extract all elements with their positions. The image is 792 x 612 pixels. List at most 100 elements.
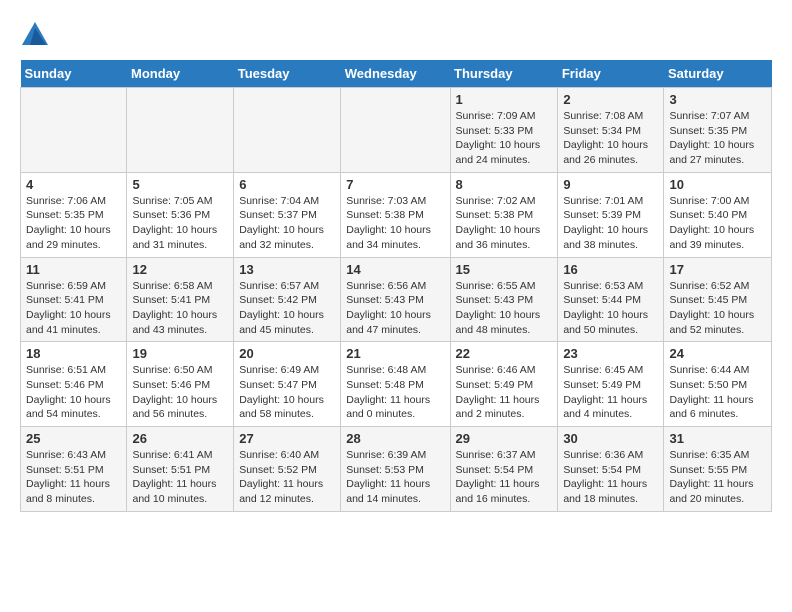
calendar-cell (234, 88, 341, 173)
calendar-cell: 2Sunrise: 7:08 AM Sunset: 5:34 PM Daylig… (558, 88, 664, 173)
calendar-cell: 31 Sunrise: 6:35 AM Sunset: 5:55 PM Dayli… (664, 427, 772, 512)
calendar-table: SundayMondayTuesdayWednesdayThursdayFrid… (20, 60, 772, 512)
day-number: 1 (456, 92, 553, 107)
day-number: 21 (346, 346, 444, 361)
day-info: Sunrise: 6:36 AM Sunset: 5:54 PM Dayligh… (563, 448, 658, 507)
calendar-cell: 17 Sunrise: 6:52 AM Sunset: 5:45 PM Dayli… (664, 257, 772, 342)
logo (20, 20, 54, 50)
calendar-cell: 19 Sunrise: 6:50 AM Sunset: 5:46 PM Dayli… (127, 342, 234, 427)
calendar-cell (127, 88, 234, 173)
calendar-week-row: 1 Sunrise: 7:09 AM Sunset: 5:33 PM Daylig… (21, 88, 772, 173)
calendar-cell: 10Sunrise: 7:00 AM Sunset: 5:40 PM Dayli… (664, 172, 772, 257)
day-info: Sunrise: 6:35 AM Sunset: 5:55 PM Dayligh… (669, 448, 766, 507)
day-number: 11 (26, 262, 121, 277)
day-header: Wednesday (341, 60, 450, 88)
calendar-header: SundayMondayTuesdayWednesdayThursdayFrid… (21, 60, 772, 88)
logo-icon (20, 20, 50, 50)
day-info: Sunrise: 7:05 AM Sunset: 5:36 PM Dayligh… (132, 194, 228, 253)
day-info: Sunrise: 6:37 AM Sunset: 5:54 PM Dayligh… (456, 448, 553, 507)
day-number: 14 (346, 262, 444, 277)
day-info: Sunrise: 7:06 AM Sunset: 5:35 PM Dayligh… (26, 194, 121, 253)
day-number: 29 (456, 431, 553, 446)
day-info: Sunrise: 6:55 AM Sunset: 5:43 PM Dayligh… (456, 279, 553, 338)
day-number: 8 (456, 177, 553, 192)
day-info: Sunrise: 6:48 AM Sunset: 5:48 PM Dayligh… (346, 363, 444, 422)
calendar-cell: 22Sunrise: 6:46 AM Sunset: 5:49 PM Dayli… (450, 342, 558, 427)
day-number: 31 (669, 431, 766, 446)
day-header: Sunday (21, 60, 127, 88)
day-number: 16 (563, 262, 658, 277)
day-info: Sunrise: 6:52 AM Sunset: 5:45 PM Dayligh… (669, 279, 766, 338)
day-number: 3 (669, 92, 766, 107)
calendar-cell: 12 Sunrise: 6:58 AM Sunset: 5:41 PM Dayli… (127, 257, 234, 342)
calendar-cell (341, 88, 450, 173)
calendar-cell: 24 Sunrise: 6:44 AM Sunset: 5:50 PM Dayli… (664, 342, 772, 427)
calendar-cell: 13 Sunrise: 6:57 AM Sunset: 5:42 PM Dayli… (234, 257, 341, 342)
day-number: 15 (456, 262, 553, 277)
day-info: Sunrise: 6:43 AM Sunset: 5:51 PM Dayligh… (26, 448, 121, 507)
day-number: 19 (132, 346, 228, 361)
calendar-cell: 4 Sunrise: 7:06 AM Sunset: 5:35 PM Daylig… (21, 172, 127, 257)
day-info: Sunrise: 7:07 AM Sunset: 5:35 PM Dayligh… (669, 109, 766, 168)
day-number: 6 (239, 177, 335, 192)
calendar-cell: 9Sunrise: 7:01 AM Sunset: 5:39 PM Daylig… (558, 172, 664, 257)
calendar-cell: 8 Sunrise: 7:02 AM Sunset: 5:38 PM Daylig… (450, 172, 558, 257)
calendar-cell: 29 Sunrise: 6:37 AM Sunset: 5:54 PM Dayli… (450, 427, 558, 512)
day-info: Sunrise: 7:01 AM Sunset: 5:39 PM Dayligh… (563, 194, 658, 253)
day-info: Sunrise: 6:40 AM Sunset: 5:52 PM Dayligh… (239, 448, 335, 507)
calendar-cell: 16Sunrise: 6:53 AM Sunset: 5:44 PM Dayli… (558, 257, 664, 342)
calendar-cell: 28 Sunrise: 6:39 AM Sunset: 5:53 PM Dayli… (341, 427, 450, 512)
calendar-week-row: 4 Sunrise: 7:06 AM Sunset: 5:35 PM Daylig… (21, 172, 772, 257)
day-header: Saturday (664, 60, 772, 88)
day-header: Tuesday (234, 60, 341, 88)
day-number: 23 (563, 346, 658, 361)
calendar-cell: 27 Sunrise: 6:40 AM Sunset: 5:52 PM Dayli… (234, 427, 341, 512)
day-info: Sunrise: 6:49 AM Sunset: 5:47 PM Dayligh… (239, 363, 335, 422)
calendar-week-row: 11 Sunrise: 6:59 AM Sunset: 5:41 PM Dayli… (21, 257, 772, 342)
days-of-week-row: SundayMondayTuesdayWednesdayThursdayFrid… (21, 60, 772, 88)
calendar-cell: 21 Sunrise: 6:48 AM Sunset: 5:48 PM Dayli… (341, 342, 450, 427)
calendar-cell (21, 88, 127, 173)
day-info: Sunrise: 6:46 AM Sunset: 5:49 PM Dayligh… (456, 363, 553, 422)
calendar-cell: 7 Sunrise: 7:03 AM Sunset: 5:38 PM Daylig… (341, 172, 450, 257)
calendar-cell: 23 Sunrise: 6:45 AM Sunset: 5:49 PM Dayli… (558, 342, 664, 427)
day-info: Sunrise: 6:39 AM Sunset: 5:53 PM Dayligh… (346, 448, 444, 507)
calendar-cell: 18 Sunrise: 6:51 AM Sunset: 5:46 PM Dayli… (21, 342, 127, 427)
day-number: 13 (239, 262, 335, 277)
day-info: Sunrise: 6:51 AM Sunset: 5:46 PM Dayligh… (26, 363, 121, 422)
calendar-cell: 11 Sunrise: 6:59 AM Sunset: 5:41 PM Dayli… (21, 257, 127, 342)
day-number: 10 (669, 177, 766, 192)
day-info: Sunrise: 6:50 AM Sunset: 5:46 PM Dayligh… (132, 363, 228, 422)
day-number: 17 (669, 262, 766, 277)
day-info: Sunrise: 6:58 AM Sunset: 5:41 PM Dayligh… (132, 279, 228, 338)
day-number: 20 (239, 346, 335, 361)
calendar-cell: 26Sunrise: 6:41 AM Sunset: 5:51 PM Dayli… (127, 427, 234, 512)
day-header: Thursday (450, 60, 558, 88)
day-number: 12 (132, 262, 228, 277)
day-info: Sunrise: 6:57 AM Sunset: 5:42 PM Dayligh… (239, 279, 335, 338)
calendar-cell: 1 Sunrise: 7:09 AM Sunset: 5:33 PM Daylig… (450, 88, 558, 173)
day-number: 26 (132, 431, 228, 446)
day-info: Sunrise: 7:02 AM Sunset: 5:38 PM Dayligh… (456, 194, 553, 253)
day-number: 25 (26, 431, 121, 446)
day-info: Sunrise: 7:04 AM Sunset: 5:37 PM Dayligh… (239, 194, 335, 253)
calendar-week-row: 18 Sunrise: 6:51 AM Sunset: 5:46 PM Dayli… (21, 342, 772, 427)
day-info: Sunrise: 6:59 AM Sunset: 5:41 PM Dayligh… (26, 279, 121, 338)
day-header: Friday (558, 60, 664, 88)
day-info: Sunrise: 7:03 AM Sunset: 5:38 PM Dayligh… (346, 194, 444, 253)
calendar-cell: 14Sunrise: 6:56 AM Sunset: 5:43 PM Dayli… (341, 257, 450, 342)
day-number: 30 (563, 431, 658, 446)
day-info: Sunrise: 7:09 AM Sunset: 5:33 PM Dayligh… (456, 109, 553, 168)
day-number: 28 (346, 431, 444, 446)
day-number: 4 (26, 177, 121, 192)
day-info: Sunrise: 6:44 AM Sunset: 5:50 PM Dayligh… (669, 363, 766, 422)
day-info: Sunrise: 7:08 AM Sunset: 5:34 PM Dayligh… (563, 109, 658, 168)
day-number: 27 (239, 431, 335, 446)
calendar-cell: 20 Sunrise: 6:49 AM Sunset: 5:47 PM Dayli… (234, 342, 341, 427)
page-header (20, 20, 772, 50)
calendar-cell: 3 Sunrise: 7:07 AM Sunset: 5:35 PM Daylig… (664, 88, 772, 173)
day-info: Sunrise: 6:45 AM Sunset: 5:49 PM Dayligh… (563, 363, 658, 422)
day-number: 7 (346, 177, 444, 192)
day-number: 24 (669, 346, 766, 361)
day-number: 18 (26, 346, 121, 361)
